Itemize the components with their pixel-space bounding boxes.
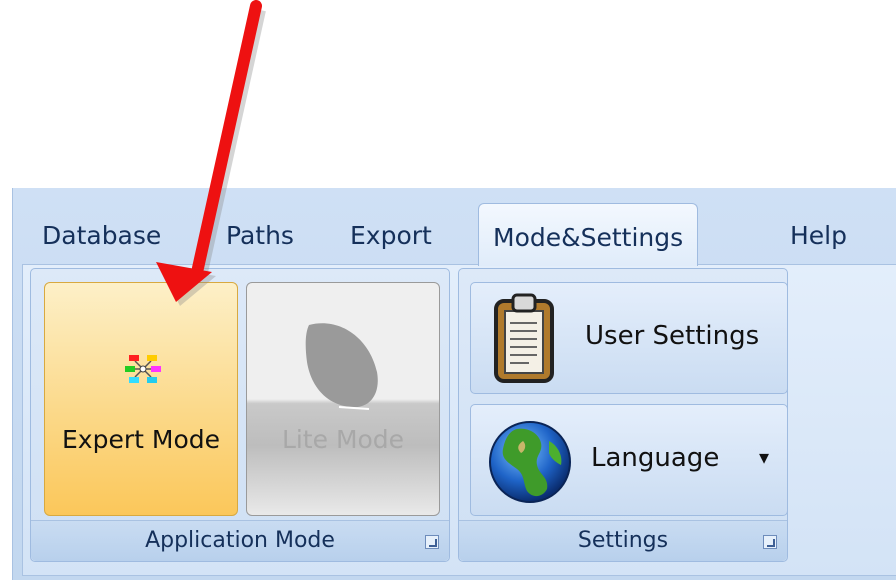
tab-mode-settings[interactable]: Mode&Settings <box>478 203 699 266</box>
annotation-arrow-icon <box>156 0 266 306</box>
